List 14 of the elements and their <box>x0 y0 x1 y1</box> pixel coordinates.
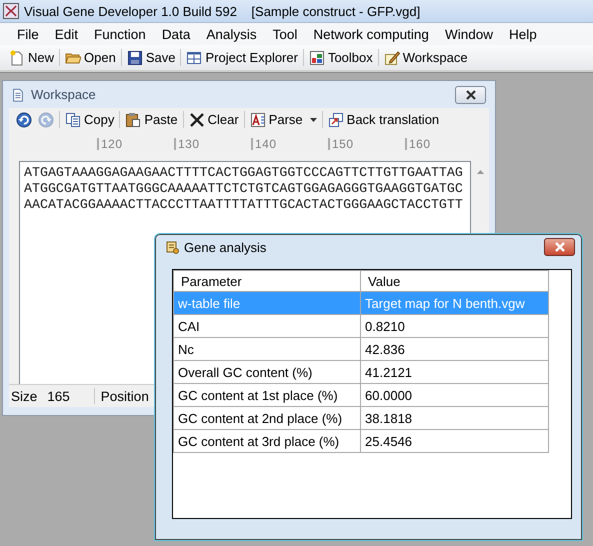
size-label: Size <box>11 388 38 404</box>
ruler-label: 160 <box>405 138 482 150</box>
ruler-label: 130 <box>174 138 251 150</box>
ruler-label: 150 <box>328 138 405 150</box>
window-title: Workspace <box>31 87 97 102</box>
ruler-label: 120 <box>97 138 174 150</box>
sequence-line: AACATACGGAAAACTTACCCTTAATTTTATTTGCACTACTGGGAAGCTACCTGTT <box>24 197 464 213</box>
ruler-label: 140 <box>251 138 328 150</box>
window-title: Visual Gene Developer 1.0 Build 592 [Sample construct - GFP.vgd] <box>24 4 420 18</box>
dialog-title: Gene analysis <box>184 240 268 254</box>
sequence-line: ATGGCGATGTTAATGGGCAAAAATTCTCTGTCAGTGGAGAGGGTGAAGGTGATGC <box>24 181 464 197</box>
size-value: 165 <box>47 388 70 404</box>
position-label: Position <box>100 388 149 404</box>
sequence-line: ATGAGTAAAGGAGAAGAACTTTTCACTGGAGTGGTCCCAGTTCTTGTTGAATTAG <box>24 165 464 181</box>
